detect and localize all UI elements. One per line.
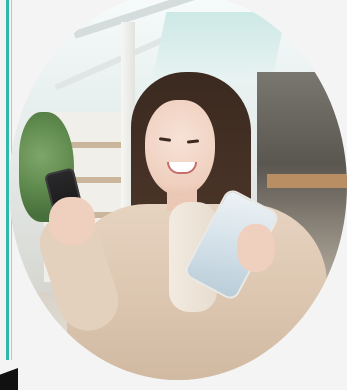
person-hand-left <box>49 197 95 245</box>
photo-counter <box>267 174 347 188</box>
circular-photo <box>9 0 347 380</box>
page <box>0 0 347 390</box>
person-face <box>145 100 215 196</box>
person-hand-right <box>237 224 275 272</box>
